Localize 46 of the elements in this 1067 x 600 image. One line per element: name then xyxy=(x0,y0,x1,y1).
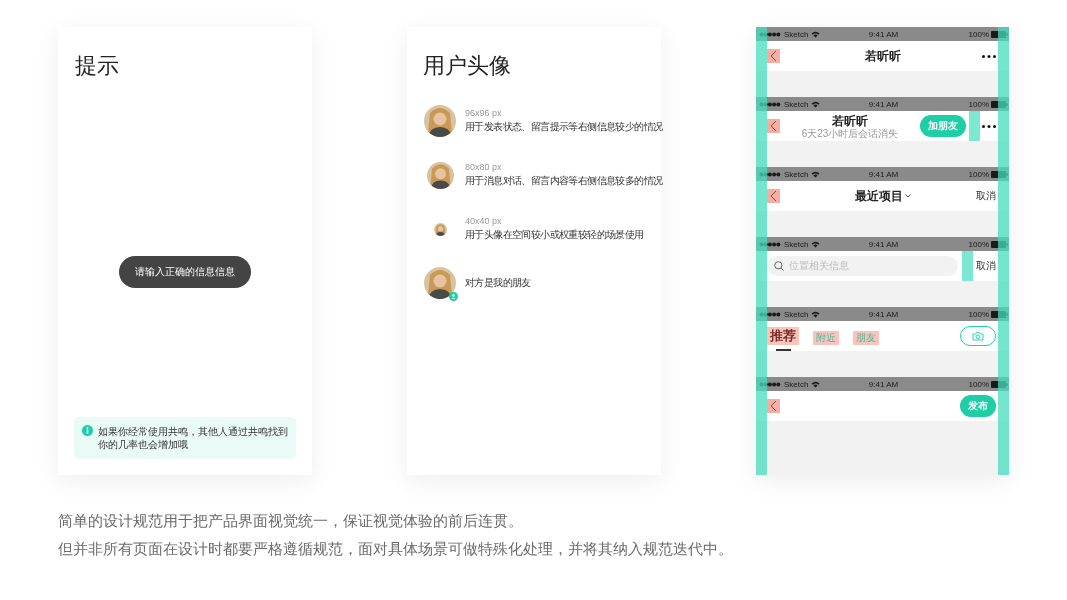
status-time: 9:41 AM xyxy=(868,379,899,389)
info-icon xyxy=(82,425,93,436)
status-time: 9:41 AM xyxy=(868,99,899,109)
avatar-icon xyxy=(424,267,456,299)
card-title: 用户头像 xyxy=(423,52,512,80)
carrier-name: Sketch xyxy=(784,309,809,319)
wifi-icon xyxy=(811,310,821,318)
size-label: 80x80 px xyxy=(465,162,503,172)
description-text: 简单的设计规范用于把产品界面视觉统一，保证视觉体验的前后连贯。 xyxy=(58,511,524,531)
size-label: 40x40 px xyxy=(465,216,503,226)
battery-level: 100% xyxy=(968,169,989,179)
status-time: 9:41 AM xyxy=(868,169,899,179)
wifi-icon xyxy=(811,170,821,178)
nav-title: 若昕昕 xyxy=(832,113,868,128)
battery-level: 100% xyxy=(968,29,989,39)
carrier-name: Sketch xyxy=(784,239,809,249)
wifi-icon xyxy=(811,30,821,38)
carrier-name: Sketch xyxy=(784,29,809,39)
battery-level: 100% xyxy=(968,309,989,319)
cancel-link[interactable]: 取消 xyxy=(976,259,996,273)
avatar-description: 用于发表状态、留言提示等右侧信息较少的情况 xyxy=(465,120,663,134)
nav-title: 最近项目 xyxy=(854,189,903,203)
avatar-description: 用于头像在空间较小或权重较轻的场景使用 xyxy=(465,228,644,242)
status-time: 9:41 AM xyxy=(868,309,899,319)
search-icon xyxy=(774,261,784,271)
wifi-icon xyxy=(811,380,821,388)
carrier-name: Sketch xyxy=(784,99,809,109)
avatar-description: 用于消息对话、留言内容等右侧信息较多的情况 xyxy=(465,174,663,188)
toast: 请输入正确的信息信息 xyxy=(119,256,251,288)
status-time: 9:41 AM xyxy=(868,239,899,249)
nav-subtitle: 6天23小时后会话消失 xyxy=(801,127,899,139)
description-text: 但并非所有页面在设计时都要严格遵循规范，面对具体场景可做特殊化处理，并将其纳入规范迭代中。 xyxy=(58,539,734,559)
notice-text: 如果你经常使用共鸣，其他人通过共鸣找到你的几率也会增加哦 xyxy=(98,425,288,451)
status-time: 9:41 AM xyxy=(868,29,899,39)
nav-title: 若昕昕 xyxy=(864,49,901,63)
carrier-name: Sketch xyxy=(784,379,809,389)
battery-level: 100% xyxy=(968,239,989,249)
battery-level: 100% xyxy=(968,99,989,109)
wifi-icon xyxy=(811,100,821,108)
card-title: 提示 xyxy=(75,52,120,80)
spacing-marker xyxy=(962,251,973,281)
avatar-description: 对方是我的朋友 xyxy=(465,276,531,290)
battery-level: 100% xyxy=(968,379,989,389)
wifi-icon xyxy=(811,240,821,248)
carrier-name: Sketch xyxy=(784,169,809,179)
size-label: 96x96 px xyxy=(465,108,503,118)
